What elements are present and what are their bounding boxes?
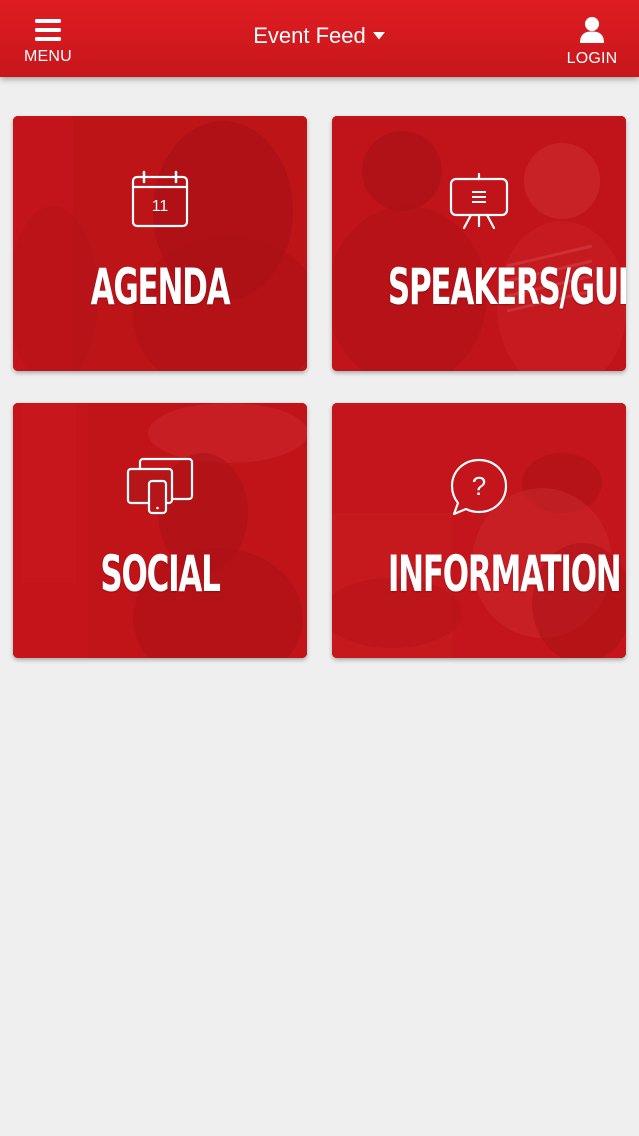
presentation-easel-icon [449,172,509,230]
tile-social[interactable]: SOCIAL [13,403,307,658]
tile-label: AGENDA [90,258,231,316]
tile-label: SOCIAL [100,545,221,603]
menu-button[interactable]: MENU [14,0,82,77]
menu-label: MENU [24,47,72,65]
svg-text:?: ? [472,471,486,501]
devices-icon [126,457,194,515]
question-bubble-icon: ? [450,458,508,516]
hamburger-icon [35,18,61,41]
tile-label: SPEAKERS/GUESTS [387,258,626,316]
app-header: MENU Event Feed LOGIN [0,0,639,77]
calendar-icon: 11 [131,170,189,228]
page-title: Event Feed [253,22,366,48]
event-feed-dropdown[interactable]: Event Feed [253,23,386,49]
login-button[interactable]: LOGIN [557,0,627,77]
caret-down-icon [372,31,385,39]
calendar-icon-text: 11 [152,198,169,215]
tile-agenda[interactable]: 11 AGENDA [13,116,307,371]
tile-speakers-guests[interactable]: SPEAKERS/GUESTS [332,116,626,371]
tile-label: INFORMATION [387,545,622,603]
user-icon [580,16,604,43]
login-label: LOGIN [566,49,618,67]
tile-information[interactable]: ? INFORMATION [332,403,626,658]
